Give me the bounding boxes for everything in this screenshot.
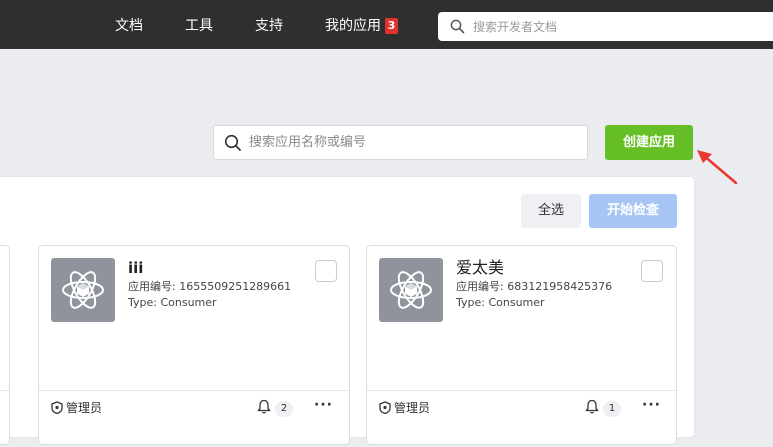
- notification-count-badge: 1: [603, 401, 621, 417]
- docs-search-input[interactable]: [473, 12, 763, 41]
- my-apps-count-badge: 3: [385, 18, 398, 34]
- start-check-button[interactable]: 开始检查: [589, 194, 677, 228]
- role-text: 管理员: [66, 401, 103, 415]
- shield-icon: [51, 401, 63, 417]
- search-icon: [450, 19, 465, 38]
- top-nav-bar: 文档 工具 支持 我的应用 3: [0, 0, 773, 49]
- role-text: 管理员: [394, 401, 431, 415]
- select-all-button[interactable]: 全选: [521, 194, 581, 228]
- app-card-footer: 管理员 1 ···: [367, 390, 676, 447]
- search-icon: [224, 134, 242, 156]
- role-label: 管理员: [51, 399, 102, 417]
- bell-icon[interactable]: [585, 399, 599, 418]
- app-name: iii: [128, 259, 144, 277]
- nav-my-apps-label: 我的应用: [325, 18, 381, 34]
- app-card[interactable]: 爱太美 应用编号: 683121958425376 Type: Consumer…: [366, 245, 677, 445]
- app-type: Type: Consumer: [128, 296, 217, 309]
- notification-count-badge: 2: [275, 401, 293, 417]
- app-name: 爱太美: [456, 258, 505, 277]
- atom-icon: [390, 271, 432, 309]
- atom-icon: [62, 271, 104, 309]
- app-type: Type: Consumer: [456, 296, 545, 309]
- app-card[interactable]: iii 应用编号: 1655509251289661 Type: Consume…: [38, 245, 350, 445]
- app-icon: [51, 258, 115, 322]
- role-label: 管理员: [379, 399, 430, 417]
- app-card-checkbox[interactable]: [315, 260, 337, 282]
- app-search-box[interactable]: [213, 125, 588, 160]
- nav-docs-link[interactable]: 文档: [115, 17, 143, 35]
- nav-tools-link[interactable]: 工具: [185, 17, 213, 35]
- app-icon: [379, 258, 443, 322]
- docs-search-box[interactable]: [438, 12, 773, 41]
- nav-support-link[interactable]: 支持: [255, 17, 283, 35]
- app-card-footer: [0, 390, 9, 447]
- app-search-input[interactable]: [249, 126, 579, 159]
- bell-icon[interactable]: [257, 399, 271, 418]
- app-id: 应用编号: 1655509251289661: [128, 280, 292, 293]
- app-card-footer: 管理员 2 ···: [39, 390, 349, 447]
- create-app-button[interactable]: 创建应用: [605, 125, 693, 160]
- annotation-arrow-icon: [697, 150, 738, 185]
- shield-icon: [379, 401, 391, 417]
- nav-my-apps-link[interactable]: 我的应用 3: [325, 17, 398, 35]
- app-card-checkbox[interactable]: [641, 260, 663, 282]
- app-card[interactable]: [0, 245, 10, 445]
- app-id: 应用编号: 683121958425376: [456, 280, 613, 293]
